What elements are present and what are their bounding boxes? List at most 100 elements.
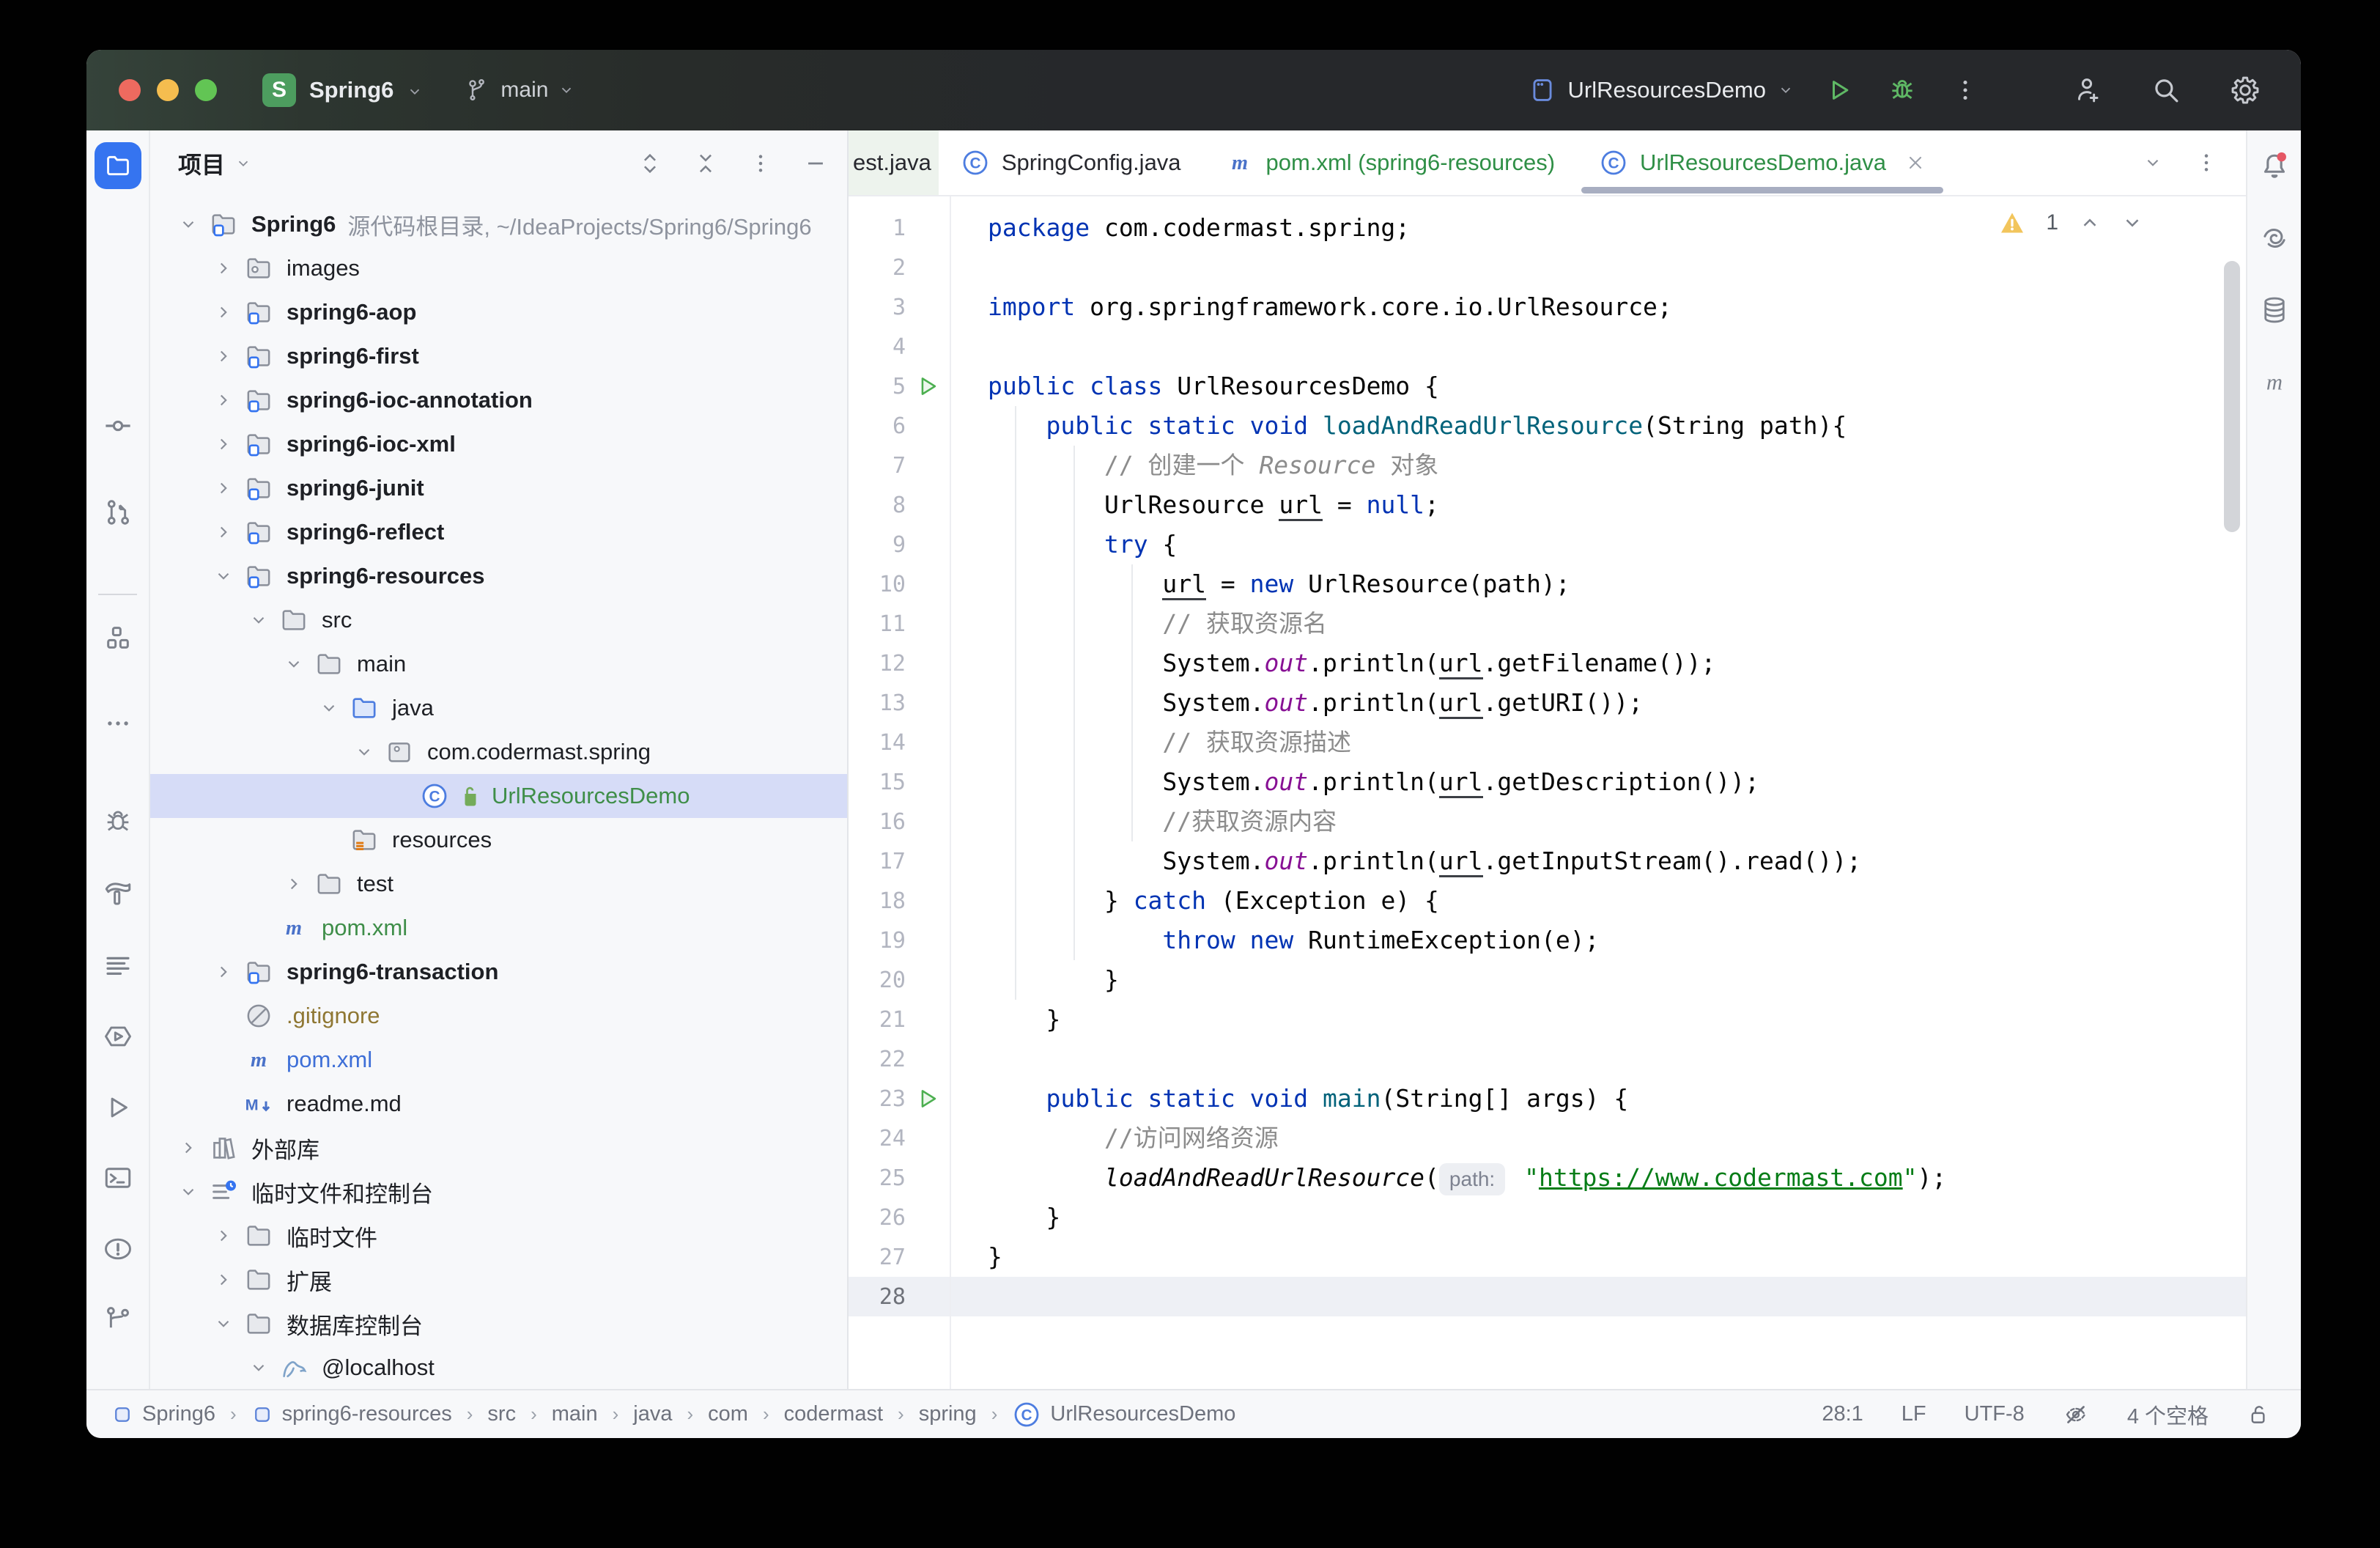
chevron-right-icon[interactable] — [169, 1138, 207, 1157]
tab-pom-xml-spring6-resources-[interactable]: mpom.xml (spring6-resources) — [1203, 130, 1578, 195]
run-tool-icon[interactable] — [103, 1092, 133, 1123]
debug-tool-icon[interactable] — [103, 806, 133, 837]
breadcrumb-item-com[interactable]: com — [708, 1402, 748, 1426]
chevron-right-icon[interactable] — [204, 347, 243, 366]
chevron-down-icon[interactable] — [310, 699, 348, 718]
chevron-right-icon[interactable] — [204, 962, 243, 981]
chevron-right-icon[interactable] — [204, 303, 243, 322]
tree-item-spring6-first[interactable]: spring6-first — [150, 334, 847, 378]
tree-item-java[interactable]: java — [150, 686, 847, 730]
hide-panel-icon[interactable] — [803, 151, 828, 176]
chevron-down-icon[interactable] — [204, 1314, 243, 1333]
more-actions-icon[interactable] — [1945, 70, 1986, 111]
unlock-icon[interactable] — [2247, 1402, 2272, 1427]
file-encoding[interactable]: UTF-8 — [1965, 1402, 2025, 1426]
tree-item-pom-xml[interactable]: mpom.xml — [150, 1038, 847, 1082]
collapse-all-icon[interactable] — [693, 151, 718, 176]
debug-button[interactable] — [1882, 70, 1923, 111]
breadcrumb-item-main[interactable]: main — [552, 1402, 598, 1426]
search-everywhere-icon[interactable] — [2146, 70, 2187, 111]
chevron-right-icon[interactable] — [204, 1226, 243, 1245]
indent-info[interactable]: 4 个空格 — [2127, 1399, 2209, 1430]
tree-item--[interactable]: 扩展 — [150, 1258, 847, 1302]
tree-item-spring6-transaction[interactable]: spring6-transaction — [150, 950, 847, 994]
tab-est-java[interactable]: est.java — [849, 130, 939, 195]
run-button[interactable] — [1819, 70, 1860, 111]
tree-item-test[interactable]: test — [150, 862, 847, 906]
tab-urlresourcesdemo-java[interactable]: CUrlResourcesDemo.java — [1577, 130, 1948, 195]
structure-tool-icon[interactable] — [103, 623, 133, 652]
chevron-down-icon[interactable] — [240, 611, 278, 630]
tab-springconfig-java[interactable]: CSpringConfig.java — [939, 130, 1203, 195]
tree-item-spring6[interactable]: Spring6源代码根目录, ~/IdeaProjects/Spring6/Sp… — [150, 202, 847, 246]
tree-item-readme-md[interactable]: Mreadme.md — [150, 1082, 847, 1126]
prev-problem-icon[interactable] — [2079, 212, 2101, 234]
project-tool-button[interactable] — [95, 142, 141, 189]
chevron-right-icon[interactable] — [204, 479, 243, 498]
breadcrumb-item-codermast[interactable]: codermast — [784, 1402, 883, 1426]
breadcrumb-item-spring6[interactable]: Spring6 — [111, 1402, 215, 1426]
tree-item--[interactable]: 外部库 — [150, 1126, 847, 1170]
tree-item-urlresourcesdemo[interactable]: CUrlResourcesDemo — [150, 774, 847, 818]
chevron-down-icon[interactable] — [169, 1182, 207, 1201]
kebab-menu-icon[interactable] — [749, 152, 772, 175]
run-gutter-icon[interactable] — [906, 1086, 950, 1111]
tree-item-spring6-ioc-annotation[interactable]: spring6-ioc-annotation — [150, 378, 847, 422]
minimize-window-button[interactable] — [157, 79, 179, 101]
code-with-me-icon[interactable] — [2066, 70, 2107, 111]
chevron-down-icon[interactable] — [345, 742, 383, 762]
git-tool-icon[interactable] — [103, 1303, 133, 1334]
tree-item--gitignore[interactable]: .gitignore — [150, 994, 847, 1038]
pull-requests-tool-icon[interactable] — [103, 497, 133, 528]
close-tab-icon[interactable] — [1905, 152, 1926, 173]
notifications-icon[interactable] — [2258, 150, 2291, 182]
services-tool-icon[interactable] — [102, 1020, 134, 1053]
chevron-down-icon[interactable] — [169, 215, 207, 234]
tree-item--localhost[interactable]: @localhost — [150, 1346, 847, 1389]
tree-item-pom-xml[interactable]: mpom.xml — [150, 906, 847, 950]
tree-item-com-codermast-spring[interactable]: com.codermast.spring — [150, 730, 847, 774]
tab-options-icon[interactable] — [2195, 151, 2218, 174]
inspections-toggle-icon[interactable] — [2063, 1401, 2089, 1428]
close-window-button[interactable] — [119, 79, 141, 101]
todo-tool-icon[interactable] — [103, 950, 133, 981]
chevron-right-icon[interactable] — [204, 259, 243, 278]
breadcrumb-item-spring6-resources[interactable]: spring6-resources — [251, 1402, 452, 1426]
caret-position[interactable]: 28:1 — [1822, 1402, 1863, 1426]
chevron-right-icon[interactable] — [275, 874, 313, 893]
inspection-widget[interactable]: 1 — [1999, 210, 2143, 236]
ai-assistant-icon[interactable] — [2259, 223, 2290, 254]
tree-item-images[interactable]: images — [150, 246, 847, 290]
commit-tool-icon[interactable] — [103, 410, 133, 441]
problems-tool-icon[interactable] — [102, 1233, 134, 1265]
chevron-down-icon[interactable] — [240, 1358, 278, 1377]
hidden-tabs-icon[interactable] — [2143, 153, 2162, 172]
tree-item-spring6-junit[interactable]: spring6-junit — [150, 466, 847, 510]
tree-item-resources[interactable]: resources — [150, 818, 847, 862]
editor-scrollbar[interactable] — [2224, 261, 2240, 532]
database-tool-icon[interactable] — [2259, 295, 2290, 325]
tree-item--[interactable]: 临时文件 — [150, 1214, 847, 1258]
chevron-down-icon[interactable] — [235, 155, 251, 172]
chevron-right-icon[interactable] — [204, 1270, 243, 1289]
chevron-right-icon[interactable] — [204, 523, 243, 542]
chevron-down-icon[interactable] — [204, 567, 243, 586]
run-configuration-widget[interactable]: UrlResourcesDemo — [1529, 76, 1794, 104]
tree-item-spring6-aop[interactable]: spring6-aop — [150, 290, 847, 334]
chevron-down-icon[interactable] — [275, 655, 313, 674]
chevron-right-icon[interactable] — [204, 435, 243, 454]
tree-item--[interactable]: 临时文件和控制台 — [150, 1170, 847, 1214]
tree-item-spring6-reflect[interactable]: spring6-reflect — [150, 510, 847, 554]
tree-item--[interactable]: 数据库控制台 — [150, 1302, 847, 1346]
breadcrumb-item-urlresourcesdemo[interactable]: CUrlResourcesDemo — [1012, 1400, 1235, 1429]
tree-item-main[interactable]: main — [150, 642, 847, 686]
breadcrumb-item-spring[interactable]: spring — [919, 1402, 977, 1426]
more-tools-icon[interactable] — [104, 710, 132, 737]
line-separator[interactable]: LF — [1902, 1402, 1926, 1426]
tree-item-spring6-ioc-xml[interactable]: spring6-ioc-xml — [150, 422, 847, 466]
vcs-branch-widget[interactable]: main — [464, 77, 574, 103]
settings-gear-icon[interactable] — [2225, 70, 2266, 111]
tree-item-src[interactable]: src — [150, 598, 847, 642]
build-tool-icon[interactable] — [103, 878, 133, 909]
breadcrumb-item-src[interactable]: src — [487, 1402, 516, 1426]
